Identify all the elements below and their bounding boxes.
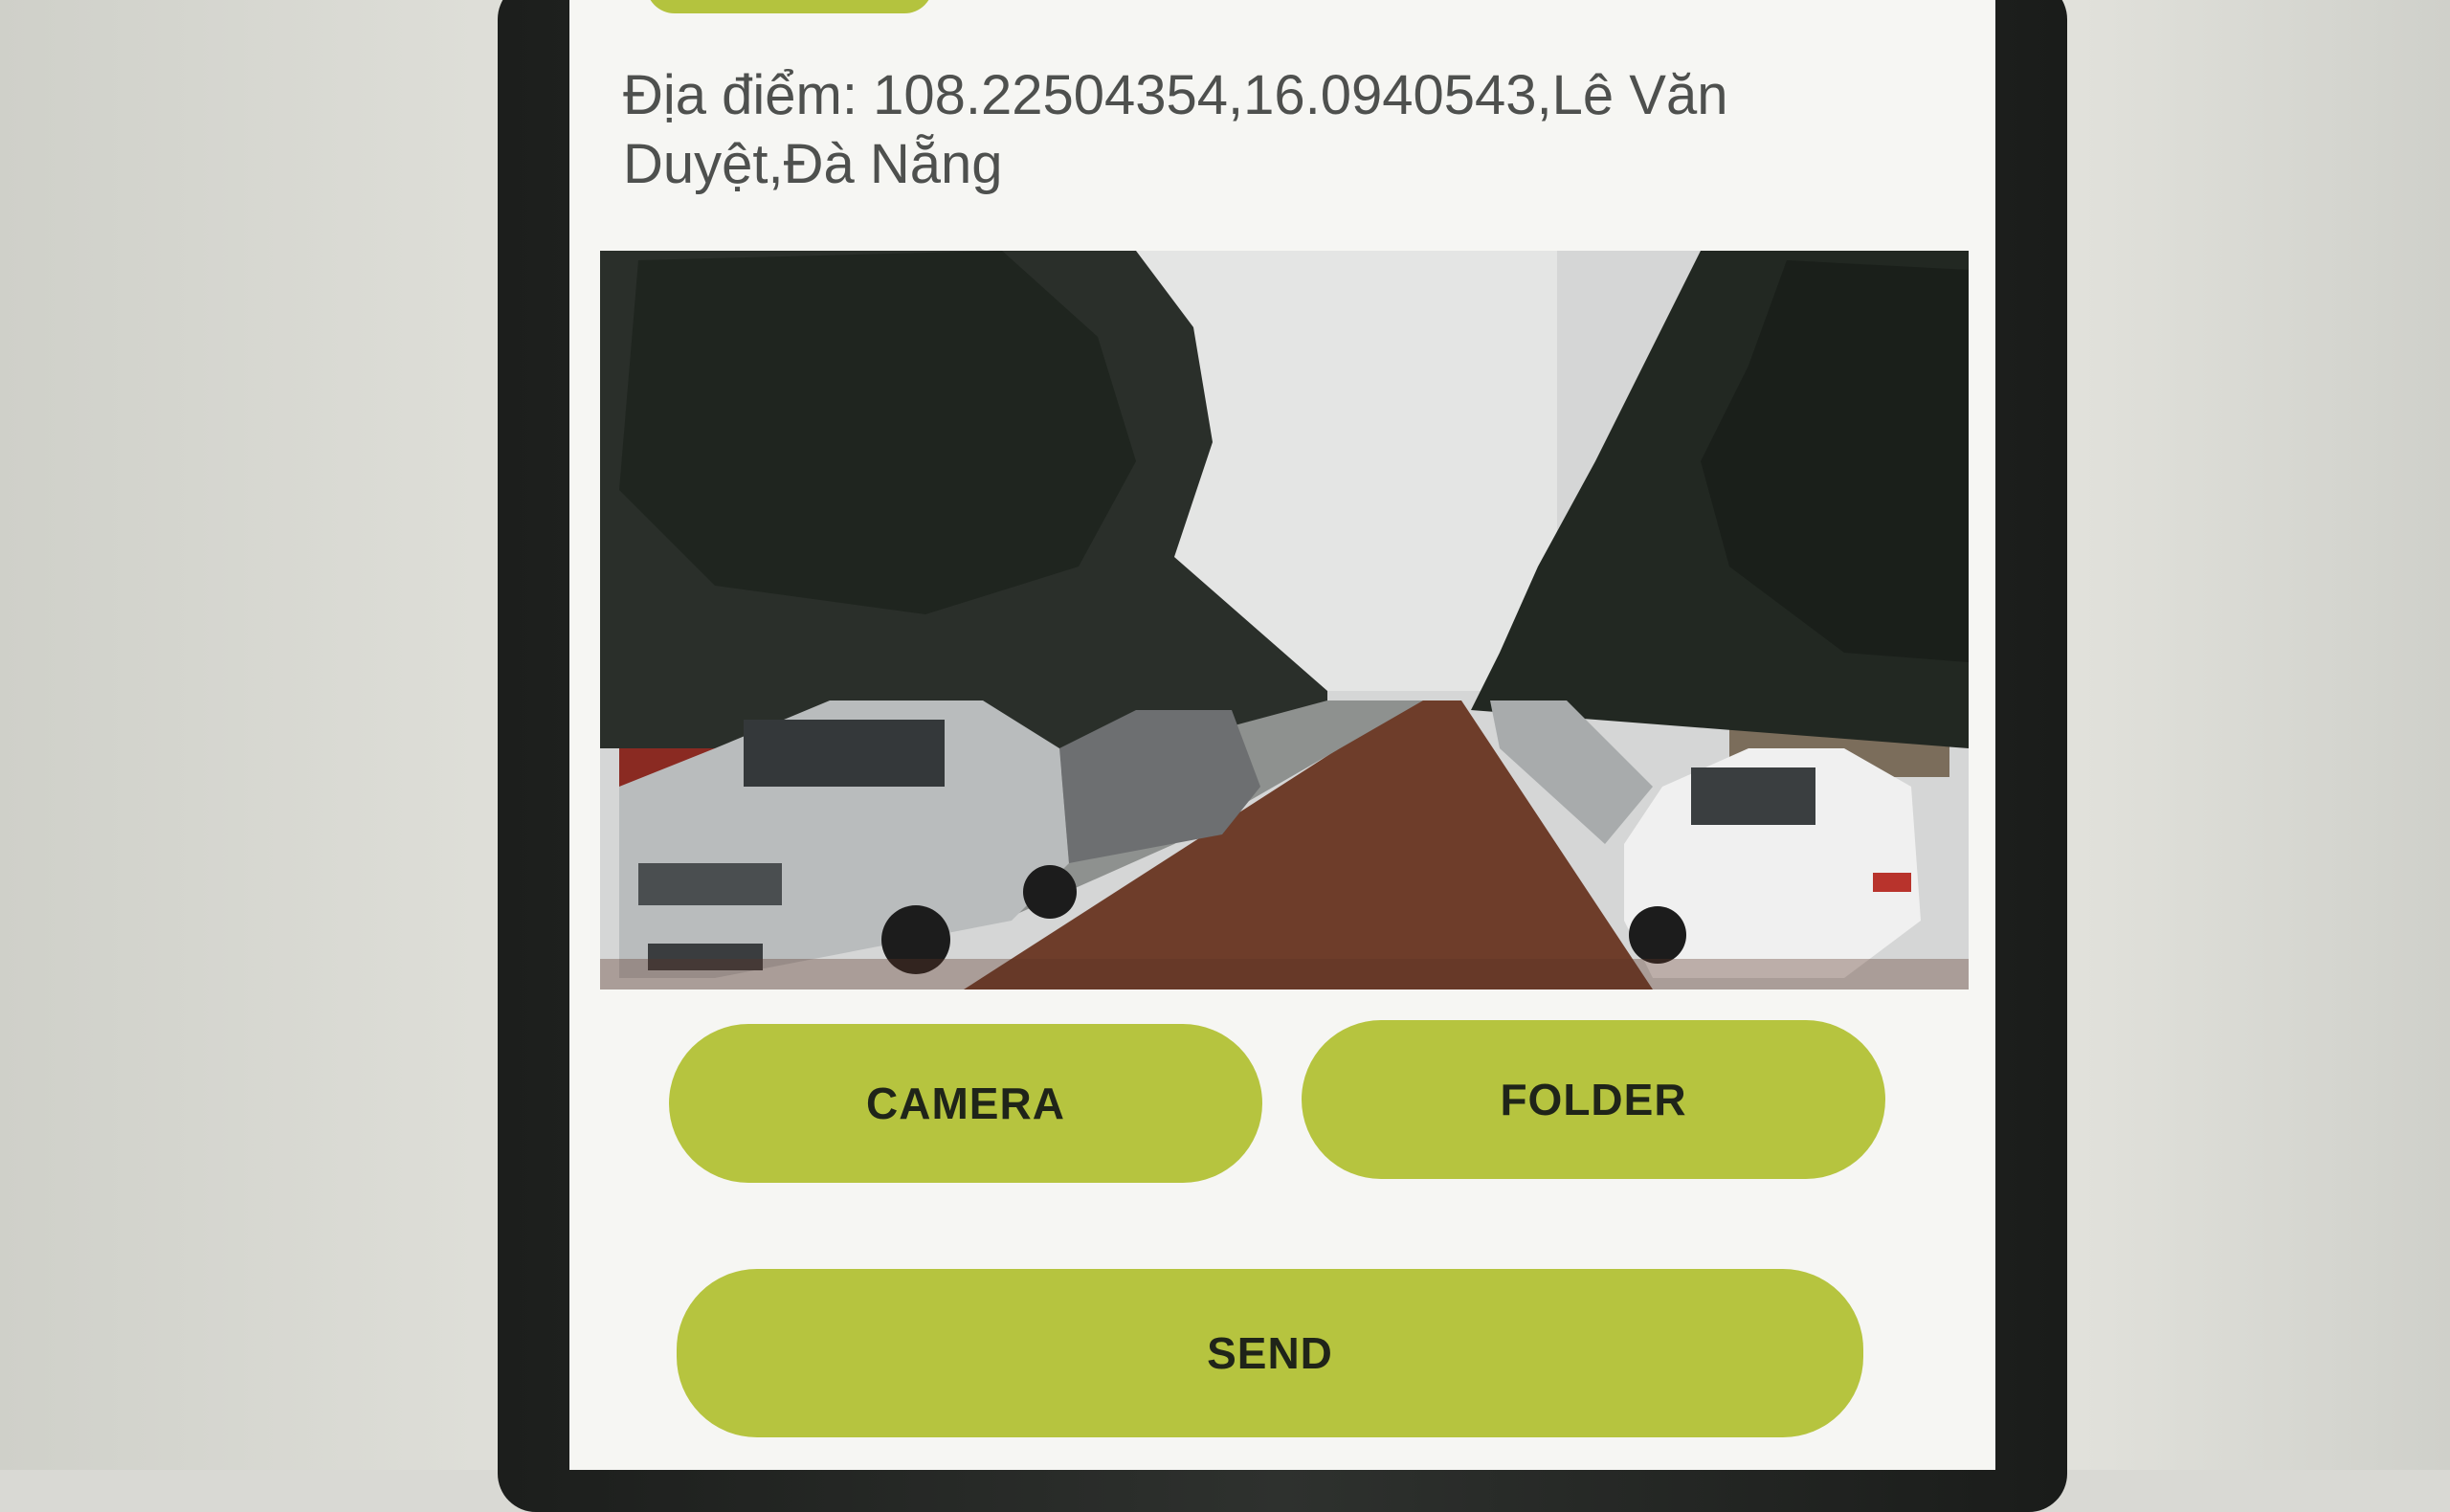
top-button-partial[interactable] [646, 0, 933, 13]
send-button[interactable]: SEND [677, 1269, 1863, 1437]
street-photo-image [600, 251, 1969, 989]
app-screen: Địa điểm: 108.22504354,16.0940543,Lê Văn… [569, 0, 1995, 1470]
folder-button[interactable]: FOLDER [1302, 1020, 1885, 1179]
street-photo [600, 251, 1969, 989]
camera-button[interactable]: CAMERA [669, 1024, 1262, 1183]
location-label: Địa điểm: 108.22504354,16.0940543,Lê Văn… [623, 64, 1728, 195]
